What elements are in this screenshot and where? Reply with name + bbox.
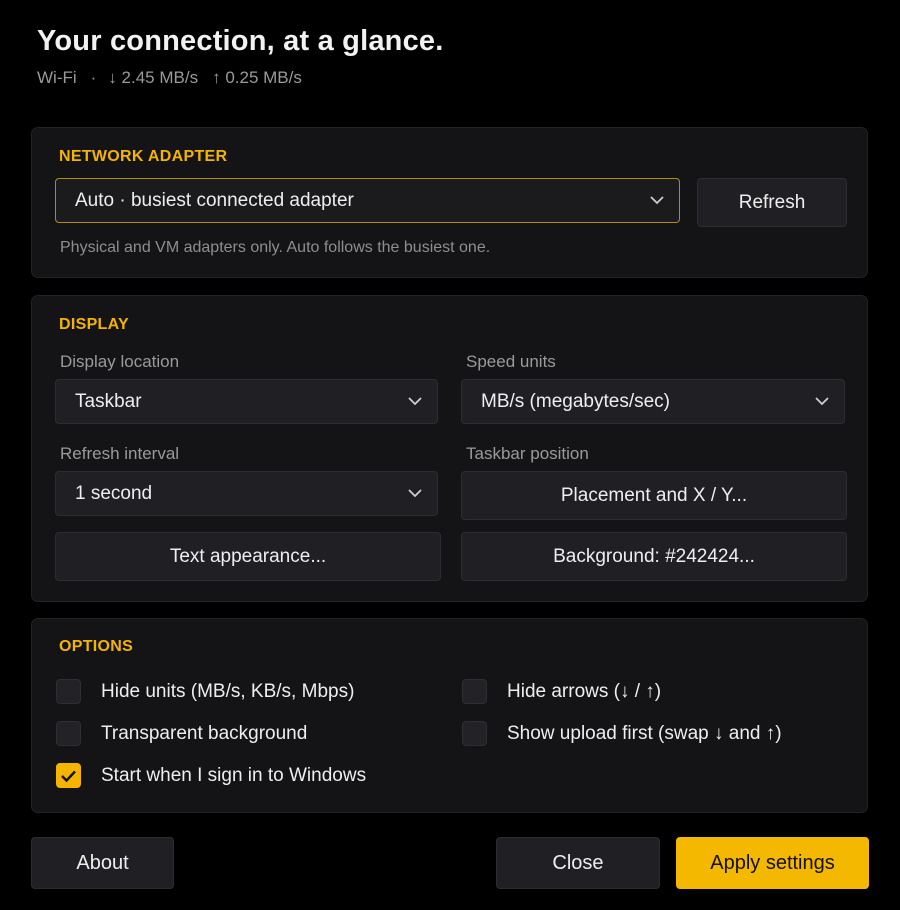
options-section-label: OPTIONS: [59, 638, 134, 655]
upload-speed: ↑ 0.25 MB/s: [212, 68, 302, 87]
hide-units-label: Hide units (MB/s, KB/s, Mbps): [101, 680, 355, 702]
hide-arrows-checkbox[interactable]: [462, 679, 487, 704]
refresh-interval-label: Refresh interval: [60, 444, 180, 463]
speed-units-label: Speed units: [466, 352, 556, 371]
chevron-down-icon: [408, 489, 422, 498]
display-card: DISPLAY Display location Taskbar Speed u…: [31, 295, 868, 602]
download-speed: ↓ 2.45 MB/s: [108, 68, 199, 87]
options-card: OPTIONS Hide units (MB/s, KB/s, Mbps) Hi…: [31, 618, 868, 813]
chevron-down-icon: [815, 397, 829, 406]
start-on-signin-label: Start when I sign in to Windows: [101, 764, 367, 786]
hide-units-checkbox[interactable]: [56, 679, 81, 704]
close-button[interactable]: Close: [496, 837, 660, 889]
refresh-interval-select[interactable]: 1 second: [55, 471, 438, 516]
network-adapter-card: NETWORK ADAPTER Auto · busiest connected…: [31, 127, 868, 278]
transparent-background-checkbox[interactable]: [56, 721, 81, 746]
display-location-value: Taskbar: [75, 390, 142, 412]
speed-units-select[interactable]: MB/s (megabytes/sec): [461, 379, 845, 424]
text-appearance-button[interactable]: Text appearance...: [55, 532, 441, 581]
hide-arrows-label: Hide arrows (↓ / ↑): [507, 680, 662, 702]
checkmark-icon: [61, 770, 76, 782]
transparent-background-label: Transparent background: [101, 722, 308, 744]
upload-first-option[interactable]: Show upload first (swap ↓ and ↑): [462, 721, 782, 746]
connection-type: Wi-Fi: [37, 68, 77, 87]
display-location-select[interactable]: Taskbar: [55, 379, 438, 424]
adapter-select[interactable]: Auto · busiest connected adapter: [55, 178, 680, 223]
adapter-hint: Physical and VM adapters only. Auto foll…: [60, 239, 491, 256]
connection-summary: Wi-Fi · ↓ 2.45 MB/s ↑ 0.25 MB/s: [37, 68, 444, 88]
adapter-select-value: Auto · busiest connected adapter: [75, 189, 354, 211]
transparent-background-option[interactable]: Transparent background: [56, 721, 307, 746]
apply-settings-button[interactable]: Apply settings: [676, 837, 869, 889]
hide-units-option[interactable]: Hide units (MB/s, KB/s, Mbps): [56, 679, 354, 704]
display-location-label: Display location: [60, 352, 180, 371]
placement-button[interactable]: Placement and X / Y...: [461, 471, 847, 520]
refresh-button[interactable]: Refresh: [697, 178, 847, 227]
start-on-signin-checkbox[interactable]: [56, 763, 81, 788]
page-title: Your connection, at a glance.: [37, 25, 444, 57]
chevron-down-icon: [650, 196, 664, 205]
header: Your connection, at a glance. Wi-Fi · ↓ 2.…: [37, 24, 444, 88]
hide-arrows-option[interactable]: Hide arrows (↓ / ↑): [462, 679, 661, 704]
start-on-signin-option[interactable]: Start when I sign in to Windows: [56, 763, 366, 788]
speed-units-value: MB/s (megabytes/sec): [481, 390, 670, 412]
separator-dot: ·: [90, 68, 97, 87]
chevron-down-icon: [408, 397, 422, 406]
background-button[interactable]: Background: #242424...: [461, 532, 847, 581]
display-section-label: DISPLAY: [59, 316, 129, 333]
refresh-interval-value: 1 second: [75, 482, 153, 504]
network-adapter-section-label: NETWORK ADAPTER: [59, 148, 228, 165]
about-button[interactable]: About: [31, 837, 174, 889]
taskbar-position-label: Taskbar position: [466, 444, 589, 463]
upload-first-label: Show upload first (swap ↓ and ↑): [507, 722, 782, 744]
upload-first-checkbox[interactable]: [462, 721, 487, 746]
